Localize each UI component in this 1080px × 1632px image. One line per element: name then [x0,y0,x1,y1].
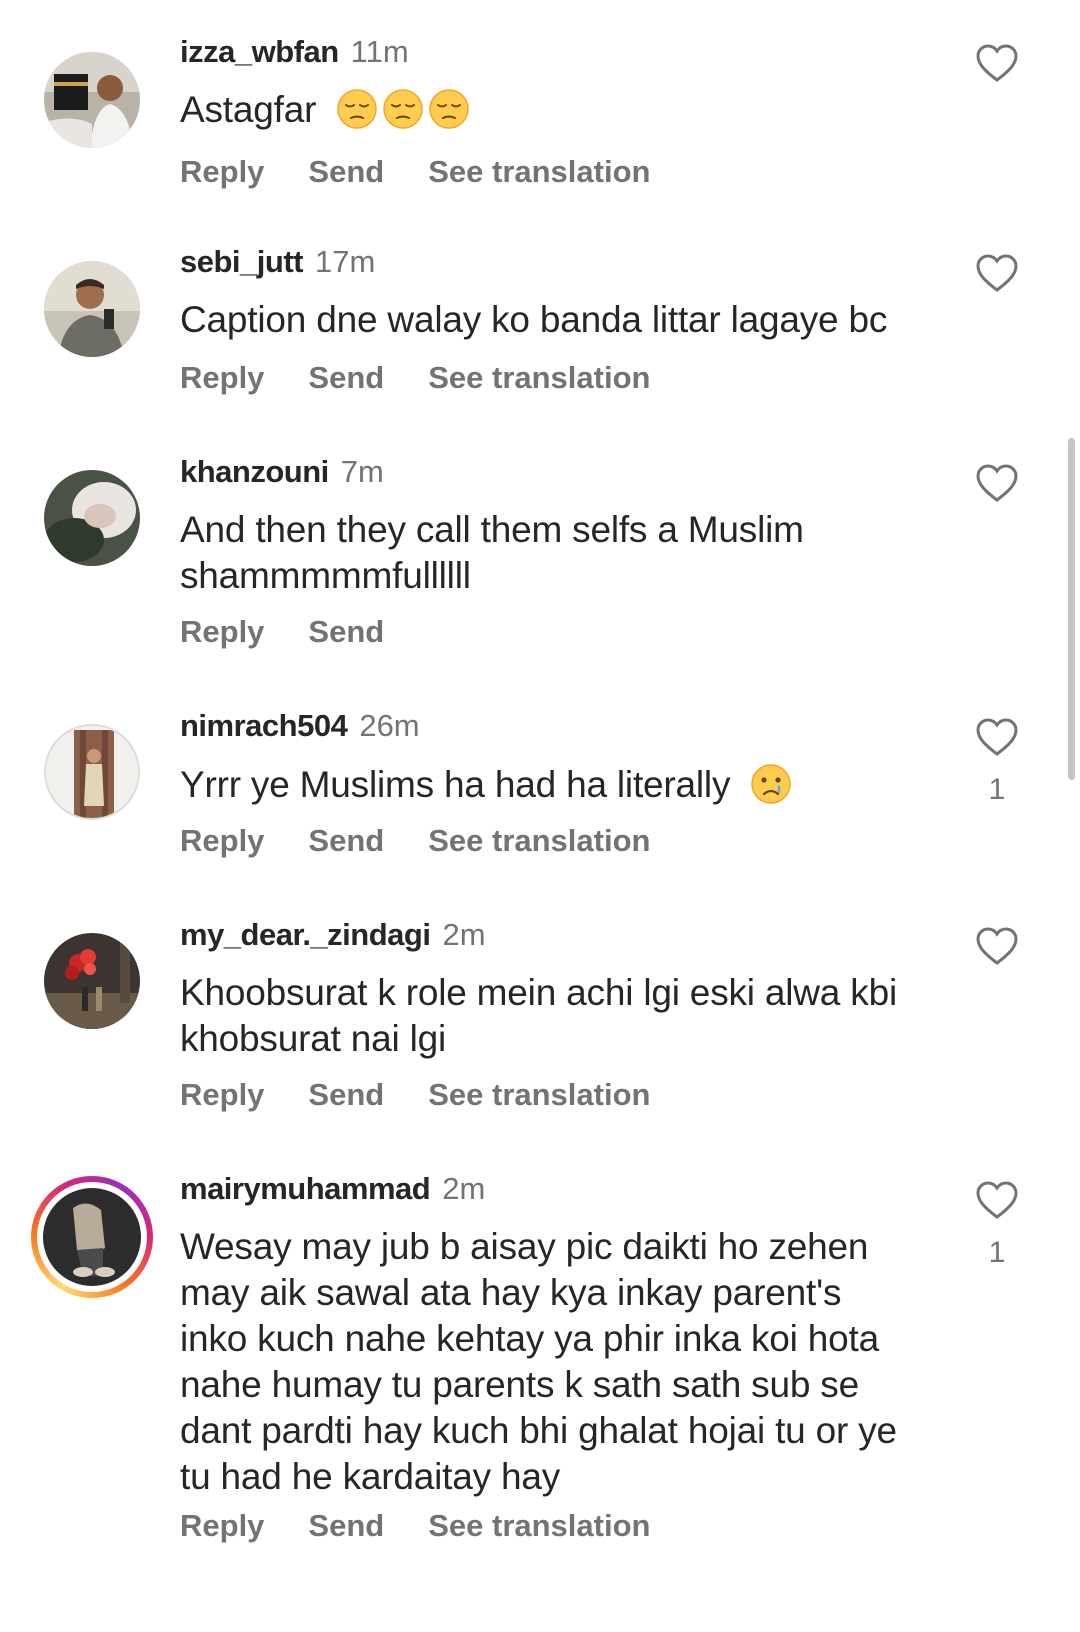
comment-header: mairymuhammad 2m [180,1169,485,1209]
comment-header: khanzouni 7m [180,452,384,492]
send-button[interactable]: Send [308,154,384,189]
comment-body: Yrrr ye Muslims ha had ha literally [180,764,731,805]
avatar[interactable] [43,1188,141,1286]
like-count: 1 [988,1236,1006,1269]
crying-face-emoji [751,764,792,804]
story-ring[interactable] [31,1176,153,1298]
comment-header: sebi_jutt 17m [180,242,375,282]
avatar[interactable] [44,52,140,148]
timestamp: 2m [442,1171,486,1206]
comment-actions: Reply Send See translation [180,821,694,861]
comment-actions: Reply Send See translation [180,1506,694,1546]
pensive-face-emoji [337,89,378,129]
username[interactable]: nimrach504 [180,708,348,743]
comment-text: Wesay may jub b aisay pic daikti ho zehe… [180,1224,910,1500]
comment-actions: Reply Send See translation [180,358,694,398]
comment-text: Yrrr ye Muslims ha had ha literally [180,762,920,808]
reply-button[interactable]: Reply [180,614,264,649]
heart-icon[interactable] [975,463,1019,503]
reply-button[interactable]: Reply [180,1508,264,1543]
comment-actions: Reply Send [180,612,428,652]
comment-header: my_dear._zindagi 2m [180,915,486,955]
comment-text: Caption dne walay ko banda littar lagaye… [180,297,920,343]
like-count: 1 [988,773,1006,806]
comment-text: Astagfar [180,87,920,133]
see-translation-button[interactable]: See translation [428,360,650,395]
send-button[interactable]: Send [308,614,384,649]
reply-button[interactable]: Reply [180,360,264,395]
comment-text: Khoobsurat k role mein achi lgi eski alw… [180,970,920,1062]
username[interactable]: izza_wbfan [180,34,339,69]
comment-body: Khoobsurat k role mein achi lgi eski alw… [180,972,897,1059]
comment-body: Astagfar [180,89,317,130]
avatar[interactable] [44,933,140,1029]
see-translation-button[interactable]: See translation [428,1508,650,1543]
pensive-face-emoji [383,89,424,129]
pensive-face-emoji [429,89,470,129]
heart-icon[interactable] [975,1180,1019,1220]
heart-icon[interactable] [975,926,1019,966]
comment-header: izza_wbfan 11m [180,32,409,72]
see-translation-button[interactable]: See translation [428,1077,650,1112]
comment-body: Wesay may jub b aisay pic daikti ho zehe… [180,1226,897,1497]
reply-button[interactable]: Reply [180,154,264,189]
timestamp: 26m [359,708,420,743]
send-button[interactable]: Send [308,1508,384,1543]
comment-body: And then they call them selfs a Muslim s… [180,509,804,596]
comment-text: And then they call them selfs a Muslim s… [180,507,920,599]
comment-actions: Reply Send See translation [180,1075,694,1115]
avatar[interactable] [44,470,140,566]
username[interactable]: khanzouni [180,454,329,489]
username[interactable]: my_dear._zindagi [180,917,431,952]
comment-header: nimrach504 26m [180,706,420,746]
timestamp: 11m [350,34,409,69]
reply-button[interactable]: Reply [180,823,264,858]
heart-icon[interactable] [975,717,1019,757]
avatar[interactable] [44,724,140,820]
timestamp: 2m [442,917,486,952]
username[interactable]: sebi_jutt [180,244,303,279]
timestamp: 7m [340,454,384,489]
username[interactable]: mairymuhammad [180,1171,431,1206]
comment-body: Caption dne walay ko banda littar lagaye… [180,299,888,340]
send-button[interactable]: Send [308,360,384,395]
reply-button[interactable]: Reply [180,1077,264,1112]
avatar[interactable] [44,261,140,357]
scrollbar[interactable] [1068,438,1075,780]
timestamp: 17m [314,244,376,279]
see-translation-button[interactable]: See translation [428,823,650,858]
heart-icon[interactable] [975,43,1019,83]
comment-actions: Reply Send See translation [180,152,694,192]
send-button[interactable]: Send [308,823,384,858]
send-button[interactable]: Send [308,1077,384,1112]
heart-icon[interactable] [975,253,1019,293]
see-translation-button[interactable]: See translation [428,154,650,189]
